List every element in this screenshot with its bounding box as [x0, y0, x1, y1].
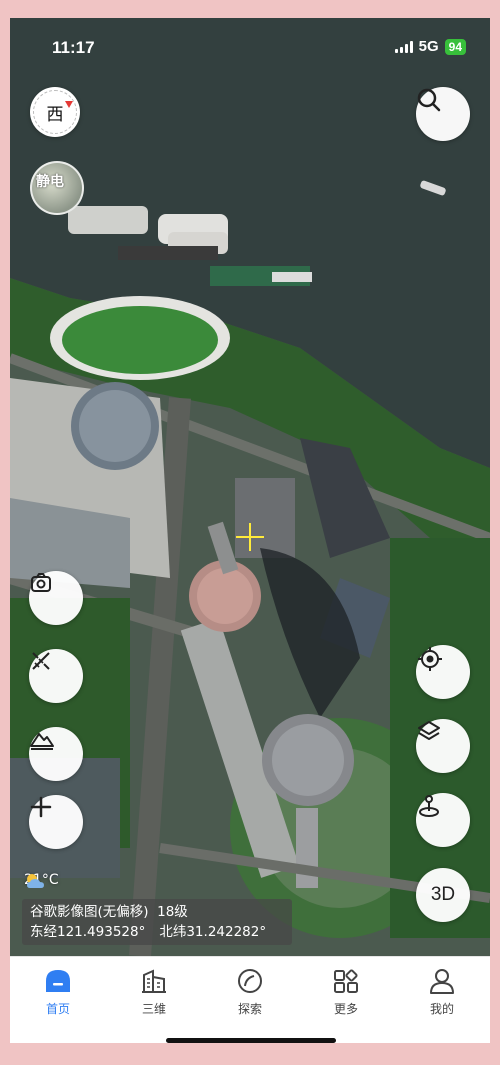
tab-me[interactable]: 我的: [394, 957, 490, 1043]
compass-button[interactable]: 西: [30, 87, 80, 137]
grid-icon: [334, 969, 358, 993]
map-source-level: 谷歌影像图(无偏移) 18级: [30, 904, 188, 920]
status-bar: 11:17 5G 94: [10, 18, 490, 76]
battery-icon: 94: [444, 38, 466, 55]
tab-3d[interactable]: 三维: [106, 957, 202, 1043]
map-info-box: 谷歌影像图(无偏移) 18级 东经121.493528° 北纬31.242282°: [22, 899, 292, 945]
compass-direction: 西: [46, 104, 64, 125]
battery-level: 94: [448, 39, 462, 54]
plus-icon: [30, 796, 52, 818]
measure-button[interactable]: [29, 649, 83, 703]
longitude-readout: 东经121.493528°: [30, 924, 146, 940]
mountain-icon: [30, 733, 54, 750]
locate-icon: [418, 647, 442, 671]
person-pin-icon: [419, 795, 439, 817]
cellular-signal-icon: [394, 40, 413, 53]
home-indicator: [166, 1038, 336, 1043]
latitude-readout: 北纬31.242282°: [159, 924, 267, 940]
three-d-button[interactable]: 3D: [416, 868, 470, 922]
tab-explore-label: 探索: [237, 1002, 262, 1016]
tab-explore[interactable]: 探索: [202, 957, 298, 1043]
layers-button[interactable]: [416, 719, 470, 773]
status-time: 11:17: [52, 38, 95, 57]
layers-icon: [418, 721, 440, 740]
tab-more[interactable]: 更多: [298, 957, 394, 1043]
camera-button[interactable]: [29, 571, 83, 625]
phone-screen: 11:17 5G 94 西 静电 3D 21°C 谷歌影像图(无偏移) 18级 …: [10, 18, 490, 1043]
layer-thumbnail-button[interactable]: 静电: [30, 161, 84, 215]
compass-icon: [238, 969, 262, 993]
ruler-pencil-icon: [32, 652, 50, 670]
home-icon: [46, 970, 70, 992]
layer-thumbnail-label: 静电: [36, 174, 64, 190]
bottom-tab-bar: 首页 三维 探索 更多 我的: [10, 956, 490, 1043]
place-marker-button[interactable]: [416, 793, 470, 847]
user-icon: [430, 969, 454, 994]
locate-button[interactable]: [416, 645, 470, 699]
zoom-in-button[interactable]: [29, 795, 83, 849]
terrain-button[interactable]: [29, 727, 83, 781]
tab-3d-label: 三维: [141, 1002, 166, 1016]
tab-more-label: 更多: [333, 1002, 358, 1016]
camera-icon: [31, 573, 51, 592]
tab-home-label: 首页: [45, 1002, 70, 1016]
weather-widget[interactable]: 21°C: [24, 872, 59, 888]
partly-cloudy-icon: [27, 874, 44, 888]
compass-needle-icon: [65, 101, 73, 108]
search-icon: [417, 88, 441, 112]
satellite-map[interactable]: 11:17 5G 94 西 静电 3D 21°C 谷歌影像图(无偏移) 18级 …: [10, 18, 490, 956]
network-type: 5G: [418, 38, 439, 55]
map-center-crosshair-icon: [236, 523, 264, 551]
tab-home[interactable]: 首页: [10, 957, 106, 1043]
search-button[interactable]: [416, 87, 470, 141]
buildings-icon: [142, 969, 166, 993]
tab-me-label: 我的: [429, 1002, 454, 1016]
